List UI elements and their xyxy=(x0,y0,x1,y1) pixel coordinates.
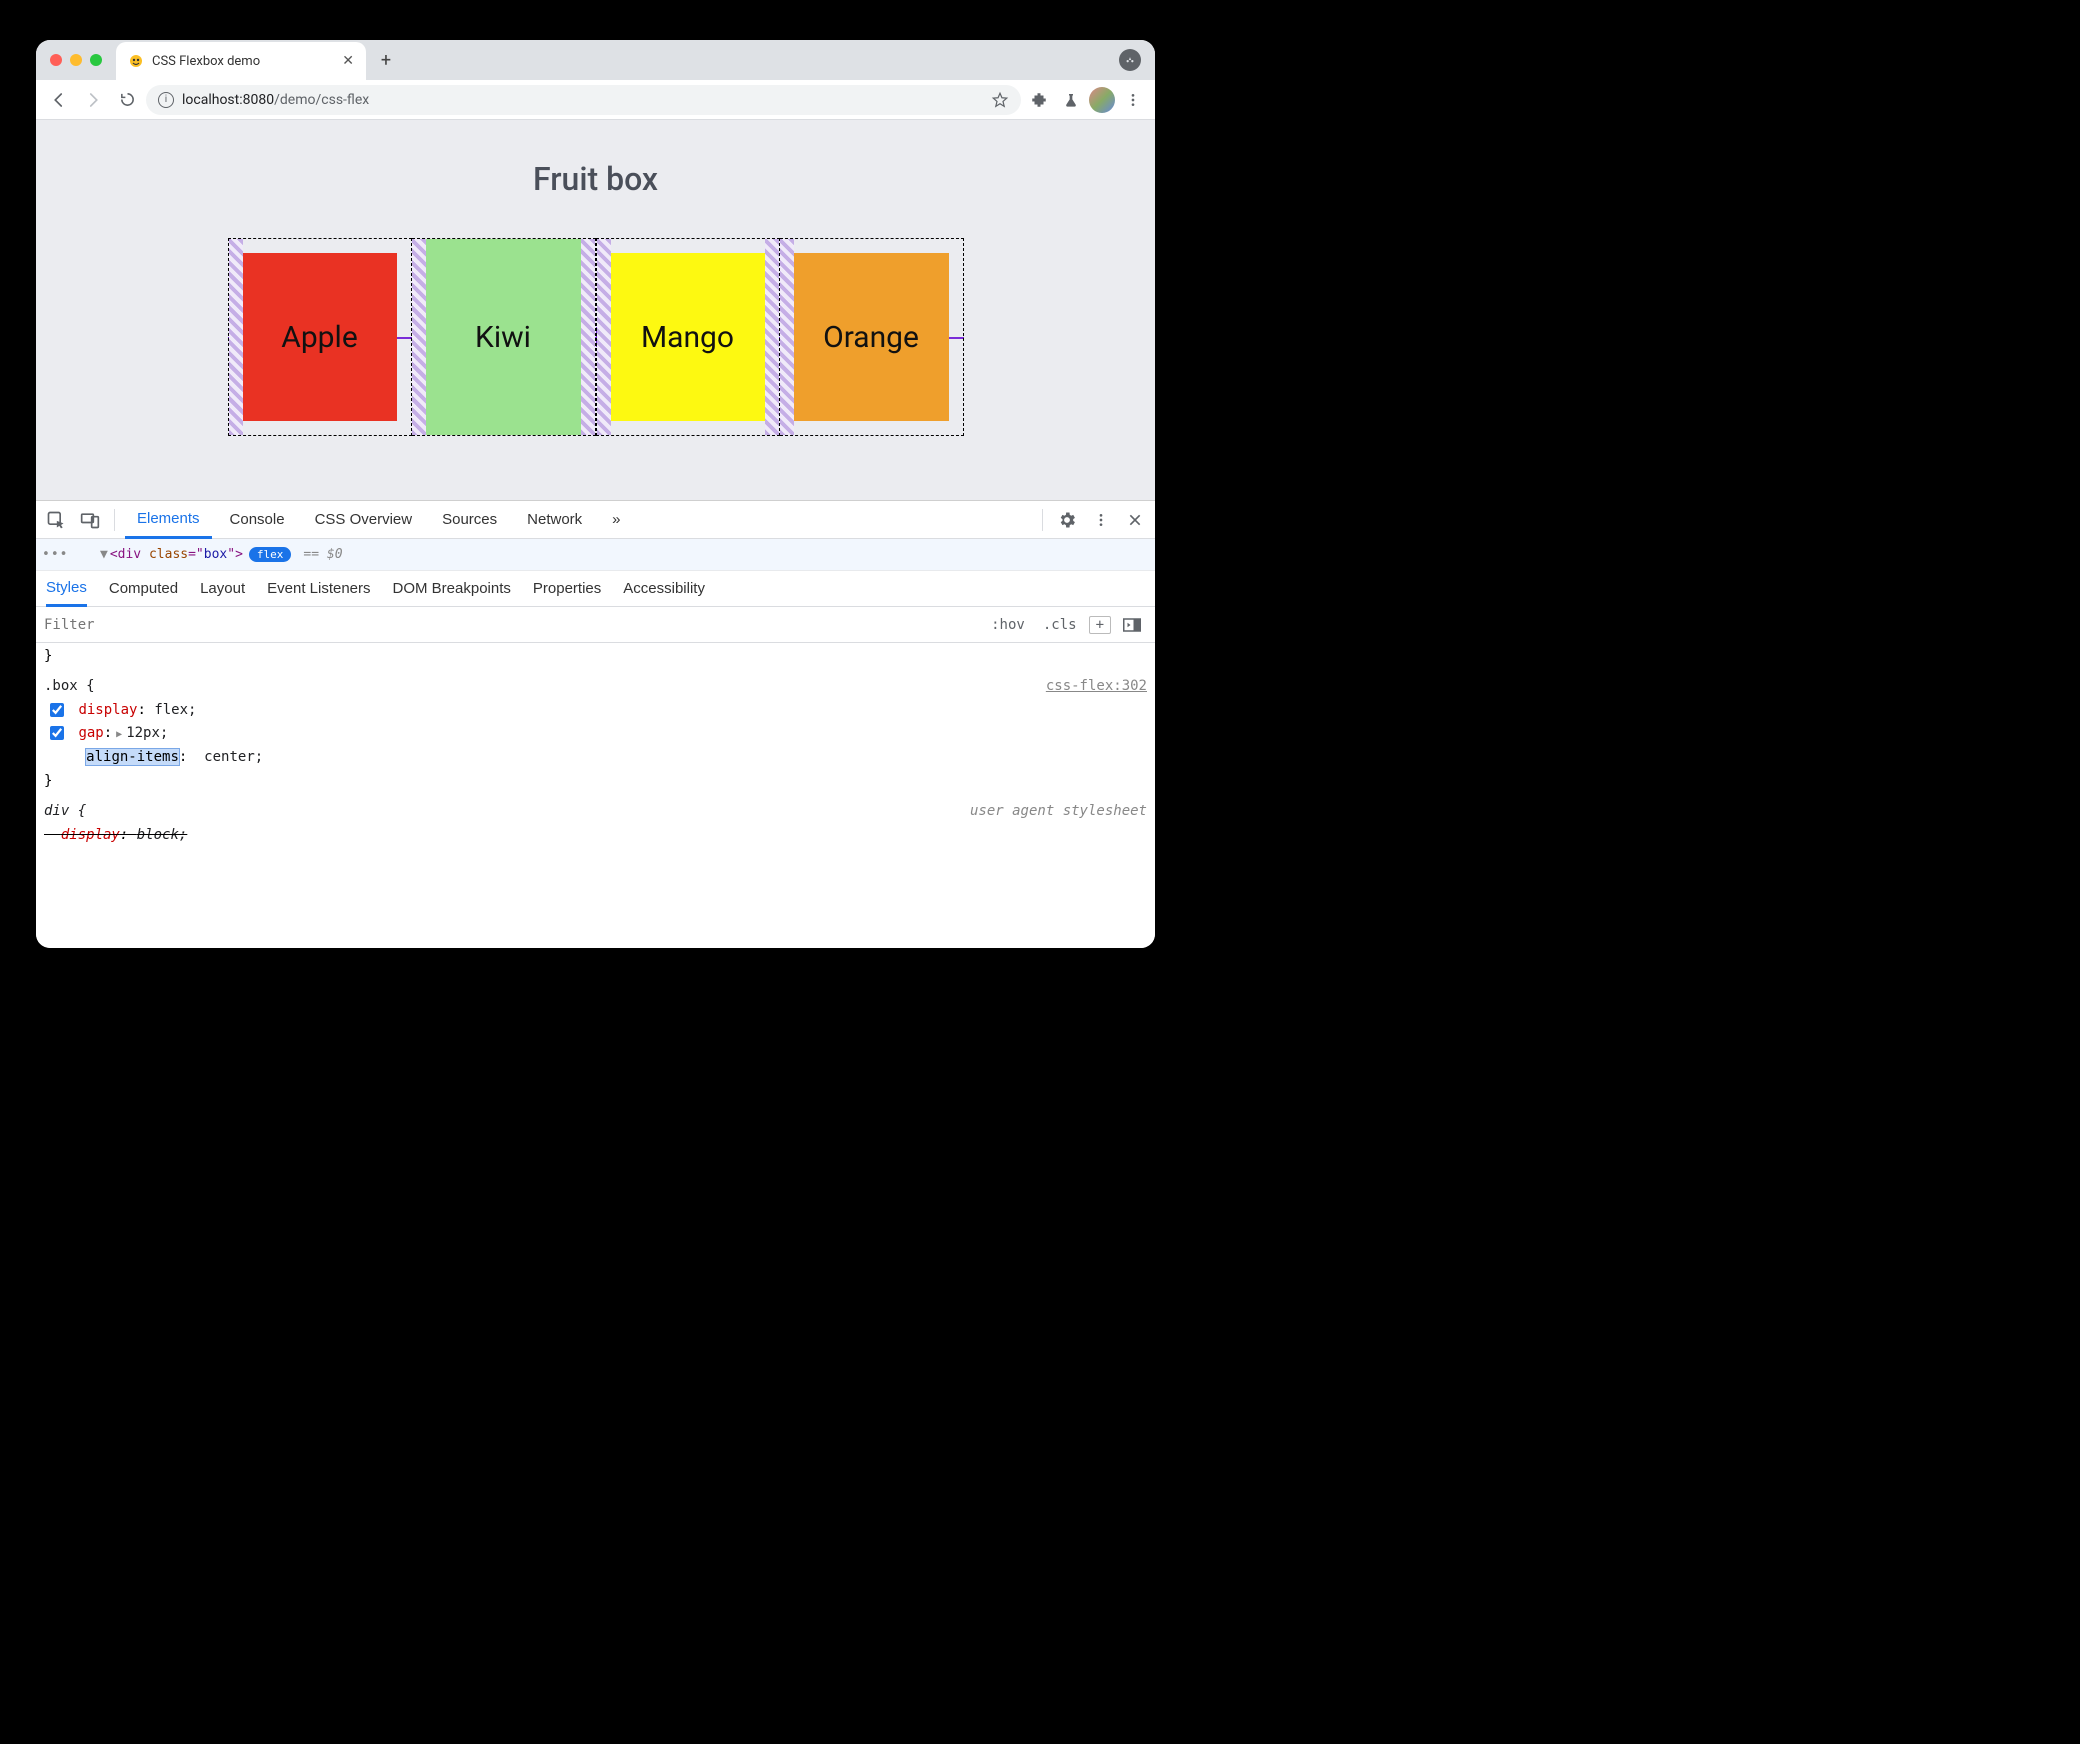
flex-item-cell: Kiwi xyxy=(412,238,596,436)
style-rule-close-brace: } xyxy=(44,770,1147,794)
page-viewport: Fruit box Apple Kiwi Mango Orange xyxy=(36,120,1155,500)
nav-forward-button[interactable] xyxy=(78,85,108,115)
flex-item-cell: Orange xyxy=(780,238,964,436)
user-avatar[interactable] xyxy=(1089,87,1115,113)
tab-favicon xyxy=(128,53,144,69)
new-style-rule-button[interactable]: + xyxy=(1089,616,1111,634)
window-traffic-lights xyxy=(36,54,116,66)
rule-source-link[interactable]: css-flex:302 xyxy=(1046,675,1147,699)
style-rule-user-agent: user agent stylesheet div { display: blo… xyxy=(44,800,1147,848)
url-text: localhost:8080/demo/css-flex xyxy=(182,92,369,108)
fruit-orange: Orange xyxy=(794,253,949,421)
nav-reload-button[interactable] xyxy=(112,85,142,115)
flex-item-cell: Apple xyxy=(228,238,412,436)
styles-filter-input[interactable] xyxy=(44,617,979,633)
subtab-styles[interactable]: Styles xyxy=(46,571,87,607)
fruit-apple: Apple xyxy=(243,253,397,421)
style-rule-close-brace: } xyxy=(44,645,1147,669)
styles-filter-row: :hov .cls + xyxy=(36,607,1155,643)
extensions-icon[interactable] xyxy=(1025,86,1053,114)
devtools-tab-css-overview[interactable]: CSS Overview xyxy=(303,501,425,539)
devtools-panel: Elements Console CSS Overview Sources Ne… xyxy=(36,500,1155,948)
browser-toolbar: i localhost:8080/demo/css-flex xyxy=(36,80,1155,120)
subtab-properties[interactable]: Properties xyxy=(533,571,601,607)
style-declaration[interactable]: display: flex; xyxy=(44,699,1147,723)
address-bar[interactable]: i localhost:8080/demo/css-flex xyxy=(146,85,1021,115)
inspect-element-icon[interactable] xyxy=(42,506,70,534)
fruit-mango: Mango xyxy=(611,253,765,421)
subtab-accessibility[interactable]: Accessibility xyxy=(623,571,705,607)
page-heading: Fruit box xyxy=(533,160,658,198)
new-tab-button[interactable]: + xyxy=(370,50,402,71)
declaration-toggle-checkbox[interactable] xyxy=(50,703,64,717)
tab-close-icon[interactable]: ✕ xyxy=(342,53,354,69)
subtab-event-listeners[interactable]: Event Listeners xyxy=(267,571,370,607)
bookmark-star-icon[interactable] xyxy=(991,91,1009,109)
hov-toggle[interactable]: :hov xyxy=(985,615,1031,635)
style-rule-box: css-flex:302 .box { display: flex; gap:▶… xyxy=(44,675,1147,794)
subtab-layout[interactable]: Layout xyxy=(200,571,245,607)
dom-ellipsis-icon[interactable]: ••• xyxy=(42,547,68,562)
rule-source-ua-label: user agent stylesheet xyxy=(970,800,1147,824)
subtab-dom-breakpoints[interactable]: DOM Breakpoints xyxy=(393,571,511,607)
style-declaration[interactable]: gap:▶12px; xyxy=(44,722,1147,746)
shorthand-expander-icon[interactable]: ▶ xyxy=(112,729,126,740)
browser-tab[interactable]: CSS Flexbox demo ✕ xyxy=(116,42,366,80)
style-declaration-editing[interactable]: align-items: center; xyxy=(44,746,1147,770)
flex-item-cell: Mango xyxy=(596,238,780,436)
cls-toggle[interactable]: .cls xyxy=(1037,615,1083,635)
devtools-tab-elements[interactable]: Elements xyxy=(125,501,212,539)
styles-subtabs: Styles Computed Layout Event Listeners D… xyxy=(36,571,1155,607)
site-info-icon[interactable]: i xyxy=(158,92,174,108)
declaration-toggle-checkbox[interactable] xyxy=(50,726,64,740)
flex-badge[interactable]: flex xyxy=(249,547,292,562)
flex-container-overlay: Apple Kiwi Mango Orange xyxy=(228,238,964,436)
window-maximize-button[interactable] xyxy=(90,54,102,66)
window-minimize-button[interactable] xyxy=(70,54,82,66)
fruit-kiwi: Kiwi xyxy=(426,239,581,435)
devtools-tab-more[interactable]: » xyxy=(600,501,632,539)
dom-breadcrumb-row[interactable]: ••• ▼ <div class="box"> flex == $0 xyxy=(36,539,1155,571)
devtools-tab-network[interactable]: Network xyxy=(515,501,594,539)
nav-back-button[interactable] xyxy=(44,85,74,115)
devtools-menu-icon[interactable] xyxy=(1087,506,1115,534)
subtab-computed[interactable]: Computed xyxy=(109,571,178,607)
browser-tabstrip: CSS Flexbox demo ✕ + xyxy=(36,40,1155,80)
device-toolbar-icon[interactable] xyxy=(76,506,104,534)
window-close-button[interactable] xyxy=(50,54,62,66)
styles-pane[interactable]: } css-flex:302 .box { display: flex; gap… xyxy=(36,643,1155,855)
style-declaration-overridden: display: block; xyxy=(44,824,1147,848)
devtools-close-icon[interactable] xyxy=(1121,506,1149,534)
rule-selector[interactable]: .box { xyxy=(44,675,1147,699)
devtools-tabbar: Elements Console CSS Overview Sources Ne… xyxy=(36,501,1155,539)
devtools-tab-console[interactable]: Console xyxy=(218,501,297,539)
browser-menu-icon[interactable] xyxy=(1119,86,1147,114)
tab-title: CSS Flexbox demo xyxy=(152,54,334,69)
styles-sidebar-toggle-icon[interactable] xyxy=(1117,616,1147,634)
profile-indicator-icon[interactable] xyxy=(1119,49,1141,71)
devtools-tab-sources[interactable]: Sources xyxy=(430,501,509,539)
devtools-settings-icon[interactable] xyxy=(1053,506,1081,534)
labs-icon[interactable] xyxy=(1057,86,1085,114)
